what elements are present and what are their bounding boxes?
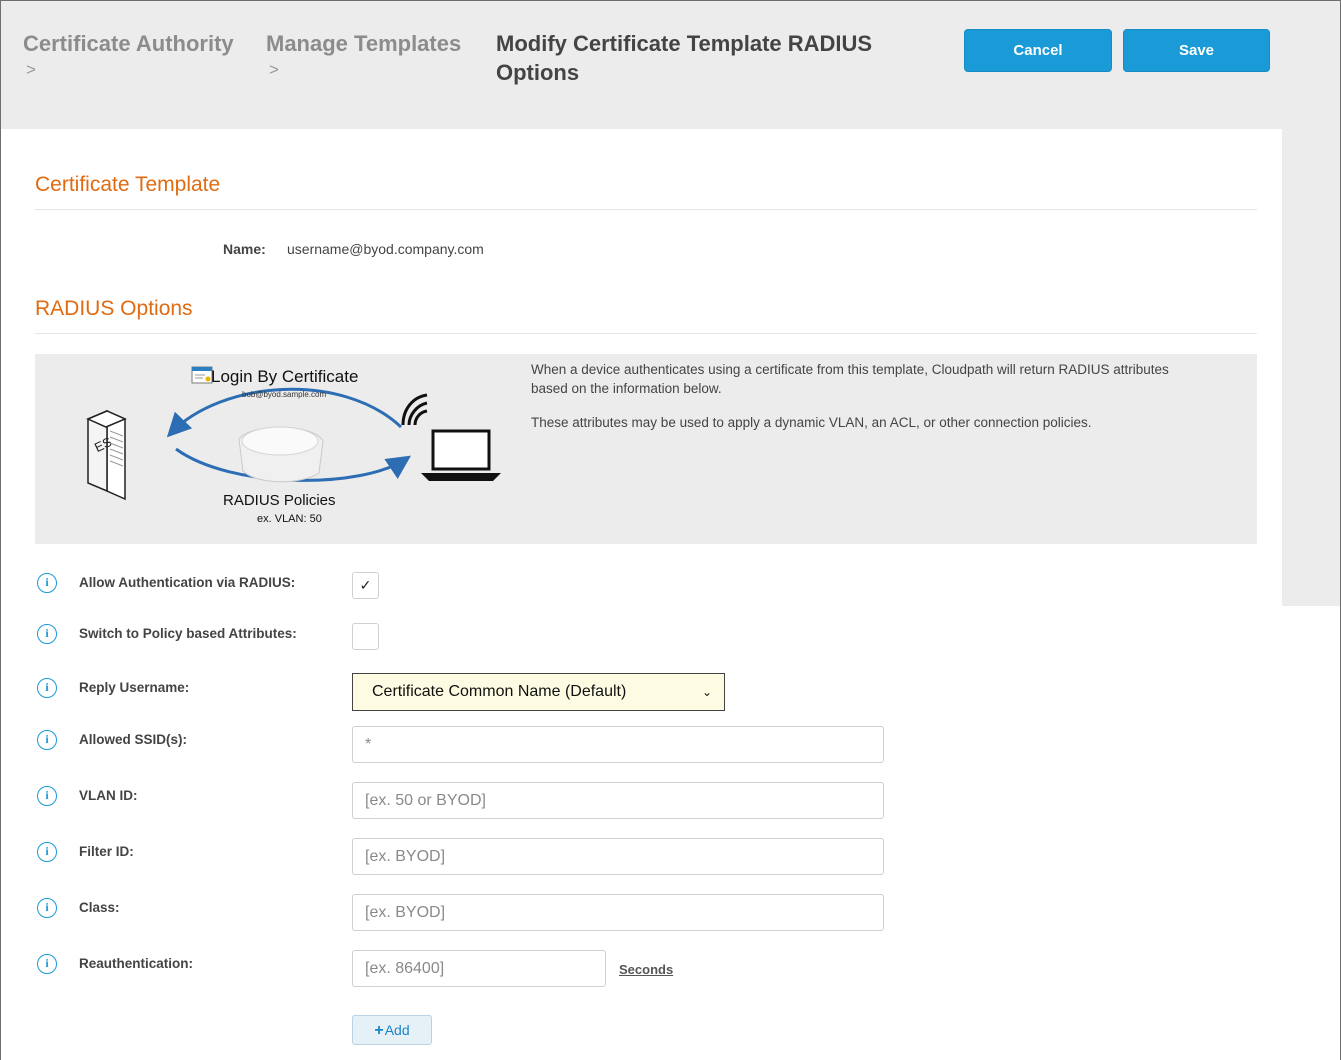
page-title: Modify Certificate Template RADIUS Optio… — [496, 31, 873, 85]
description-paragraph: These attributes may be used to apply a … — [531, 415, 1092, 430]
form-row-vlan-id: i VLAN ID: [ex. 50 or BYOD] — [1, 782, 1301, 819]
info-icon[interactable]: i — [37, 730, 57, 750]
reply-username-select[interactable]: Certificate Common Name (Default) ⌄ — [352, 673, 725, 711]
form-row-policy-attrs: i Switch to Policy based Attributes: — [1, 619, 1301, 653]
save-button[interactable]: Save — [1123, 29, 1270, 72]
diagram-title: Login By Certificate — [211, 367, 359, 386]
allow-auth-checkbox[interactable]: ✓ — [352, 572, 379, 599]
diagram-subtitle: bob@byod.sample.com — [242, 390, 327, 399]
form-row-filter-id: i Filter ID: [ex. BYOD] — [1, 838, 1301, 875]
reauthentication-input[interactable]: [ex. 86400] — [352, 950, 606, 987]
section-title-radius-options: RADIUS Options — [35, 297, 193, 320]
chevron-down-icon: ⌄ — [701, 685, 712, 699]
page-header: Certificate Authority > Manage Templates… — [1, 1, 1340, 121]
breadcrumb-label[interactable]: Certificate Authority — [23, 31, 234, 56]
class-input[interactable]: [ex. BYOD] — [352, 894, 884, 931]
server-icon: ES — [86, 409, 127, 501]
add-attribute-button[interactable]: +Add — [352, 1015, 432, 1045]
allowed-ssids-input[interactable]: * — [352, 726, 884, 763]
reply-username-value: Certificate Common Name (Default) — [372, 683, 627, 700]
breadcrumb-certificate-authority[interactable]: Certificate Authority > — [23, 29, 234, 82]
form-row-reauthentication: i Reauthentication: [ex. 86400] Seconds — [1, 950, 1301, 987]
breadcrumb-separator: > — [269, 60, 279, 79]
filter-id-input[interactable]: [ex. BYOD] — [352, 838, 884, 875]
vlan-id-label: VLAN ID: — [79, 788, 138, 803]
info-icon[interactable]: i — [37, 786, 57, 806]
radius-description: When a device authenticates using a cert… — [531, 360, 1171, 447]
info-icon[interactable]: i — [37, 678, 57, 698]
cancel-button[interactable]: Cancel — [964, 29, 1112, 72]
info-icon[interactable]: i — [37, 954, 57, 974]
form-row-allowed-ssids: i Allowed SSID(s): * — [1, 726, 1301, 763]
access-point-icon — [238, 426, 324, 483]
form-row-class: i Class: [ex. BYOD] — [1, 894, 1301, 931]
policy-attrs-checkbox[interactable] — [352, 623, 379, 650]
class-label: Class: — [79, 900, 120, 915]
vlan-id-input[interactable]: [ex. 50 or BYOD] — [352, 782, 884, 819]
allow-auth-label: Allow Authentication via RADIUS: — [79, 575, 296, 590]
page-frame: Certificate Authority > Manage Templates… — [0, 0, 1341, 1060]
reauthentication-label: Reauthentication: — [79, 956, 194, 971]
breadcrumb-manage-templates[interactable]: Manage Templates > — [266, 29, 461, 82]
info-icon[interactable]: i — [37, 573, 57, 593]
reply-username-label: Reply Username: — [79, 680, 190, 695]
form-row-allow-auth: i Allow Authentication via RADIUS: ✓ — [1, 568, 1301, 602]
section-divider — [35, 333, 1257, 334]
certificate-icon — [191, 366, 213, 384]
add-label: Add — [384, 1022, 410, 1038]
breadcrumb-label[interactable]: Manage Templates — [266, 31, 461, 56]
plus-icon: + — [374, 1022, 384, 1039]
reauthentication-unit-link[interactable]: Seconds — [619, 962, 673, 977]
section-title-certificate-template: Certificate Template — [35, 173, 221, 196]
filter-id-label: Filter ID: — [79, 844, 134, 859]
template-name-value: username@byod.company.com — [287, 241, 484, 257]
form-row-reply-username: i Reply Username: Certificate Common Nam… — [1, 673, 1301, 711]
diagram-policies-label: RADIUS Policies — [223, 492, 336, 509]
diagram-vlan-example: ex. VLAN: 50 — [257, 513, 322, 525]
breadcrumb-separator: > — [26, 60, 36, 79]
laptop-wifi-icon — [401, 393, 501, 481]
policy-attrs-label: Switch to Policy based Attributes: — [79, 626, 297, 641]
section-divider — [35, 209, 1257, 210]
info-icon[interactable]: i — [37, 842, 57, 862]
info-icon[interactable]: i — [37, 898, 57, 918]
template-name-label: Name: — [223, 241, 266, 257]
description-paragraph: When a device authenticates using a cert… — [531, 362, 1169, 396]
info-icon[interactable]: i — [37, 624, 57, 644]
allowed-ssids-label: Allowed SSID(s): — [79, 732, 188, 747]
